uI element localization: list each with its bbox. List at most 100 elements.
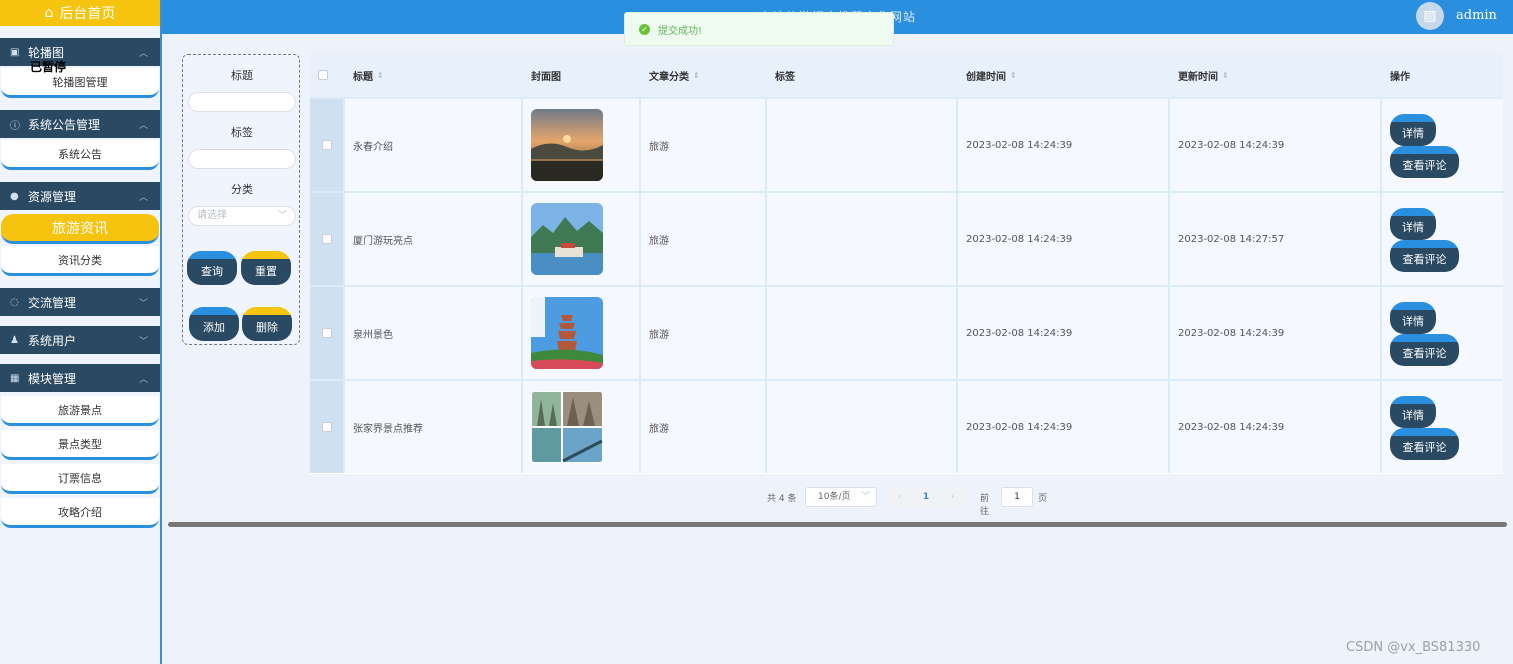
row-created: 2023-02-08 14:24:39 (958, 99, 1170, 191)
sidebar-item-news-category[interactable]: 资讯分类 (1, 246, 159, 276)
row-title: 厦门游玩亮点 (345, 193, 523, 285)
sidebar-item-system-notice[interactable]: 系统公告 (1, 140, 159, 170)
detail-button[interactable]: 详情 (1390, 208, 1436, 240)
sidebar-group-label: 交流管理 (28, 295, 77, 310)
row-actions: 详情 查看评论 (1382, 381, 1503, 473)
row-category: 旅游 (641, 99, 767, 191)
avatar[interactable]: ▨ (1416, 2, 1444, 30)
chat-icon: ◌ (10, 296, 19, 308)
sidebar-home-link[interactable]: ⌂ 后台首页 (0, 0, 160, 26)
watermark: CSDN @vx_BS81330 (1346, 640, 1481, 655)
sidebar-group-modules[interactable]: ▦ 模块管理 ︿ (0, 364, 160, 392)
table-row: 张家界景点推荐 旅游 2023-02-08 14:24:39 2023-02-0… (310, 379, 1503, 473)
row-actions: 详情 查看评论 (1382, 99, 1503, 191)
sidebar-home-label: 后台首页 (59, 6, 116, 22)
page-unit-label: 页 (1038, 494, 1048, 504)
sidebar-group-exchange[interactable]: ◌ 交流管理 ﹀ (0, 288, 160, 316)
view-comments-button[interactable]: 查看评论 (1390, 334, 1459, 366)
view-comments-button[interactable]: 查看评论 (1390, 428, 1459, 460)
row-created: 2023-02-08 14:24:39 (958, 381, 1170, 473)
column-title[interactable]: 标题 ⇕ (353, 53, 384, 97)
category-select[interactable]: 请选择 ﹀ (188, 206, 296, 226)
detail-button[interactable]: 详情 (1390, 114, 1436, 146)
cover-image (531, 297, 603, 369)
sort-icon[interactable]: ⇕ (1222, 71, 1229, 80)
sidebar-item-guides[interactable]: 攻略介绍 (1, 498, 159, 528)
row-checkbox[interactable] (310, 287, 345, 379)
detail-button[interactable]: 详情 (1390, 396, 1436, 428)
image-icon: ▣ (10, 46, 20, 58)
sidebar-item-travel-news[interactable]: 旅游资讯 (1, 214, 159, 244)
chevron-down-icon: ﹀ (138, 298, 148, 309)
row-checkbox[interactable] (310, 381, 345, 473)
delete-button[interactable]: 删除 (242, 307, 292, 341)
check-circle-icon: ✓ (639, 23, 650, 35)
row-updated: 2023-02-08 14:24:39 (1170, 287, 1382, 379)
cover-image (531, 391, 603, 463)
goto-page-input[interactable]: 1 (1001, 487, 1033, 507)
reset-button[interactable]: 重置 (241, 251, 291, 285)
chevron-up-icon: ︿ (138, 48, 148, 59)
search-panel: 标题 标签 分类 请选择 ﹀ 查询 重置 添加 删除 (182, 54, 300, 345)
row-cover (523, 381, 641, 473)
page-size-value: 10条/页 (818, 492, 851, 502)
page-size-select[interactable]: 10条/页 ﹀ (805, 487, 877, 507)
view-comments-button[interactable]: 查看评论 (1390, 240, 1459, 272)
column-category[interactable]: 文章分类 ⇕ (649, 53, 700, 97)
row-checkbox[interactable] (310, 193, 345, 285)
sort-icon[interactable]: ⇕ (377, 71, 384, 80)
column-created-label: 创建时间 (966, 71, 1006, 83)
next-page-button[interactable]: › (951, 492, 955, 502)
query-button[interactable]: 查询 (187, 251, 237, 285)
row-updated: 2023-02-08 14:24:39 (1170, 99, 1382, 191)
title-filter-input[interactable] (188, 92, 296, 112)
sidebar-item-tickets[interactable]: 订票信息 (1, 464, 159, 494)
table-row: 泉州景色 旅游 2023-02-08 14:24:39 2023-02-08 1… (310, 285, 1503, 379)
sort-icon[interactable]: ⇕ (693, 71, 700, 80)
cover-image (531, 109, 603, 181)
current-page[interactable]: 1 (923, 492, 929, 502)
goto-label: 前往 (980, 494, 990, 517)
chevron-down-icon: ﹀ (138, 336, 148, 347)
view-comments-button[interactable]: 查看评论 (1390, 146, 1459, 178)
category-filter-label: 分类 (231, 183, 253, 196)
detail-button[interactable]: 详情 (1390, 302, 1436, 334)
username[interactable]: admin (1456, 8, 1497, 23)
sort-icon[interactable]: ⇕ (1010, 71, 1017, 80)
user-icon: ♟ (10, 334, 19, 346)
toast-message: 提交成功! (658, 25, 703, 37)
grid-icon: ▦ (10, 372, 20, 384)
row-category: 旅游 (641, 193, 767, 285)
column-actions: 操作 (1390, 71, 1410, 83)
prev-page-button[interactable]: ‹ (898, 492, 902, 502)
location-icon: ● (10, 190, 19, 202)
tag-filter-input[interactable] (188, 149, 296, 169)
horizontal-scrollbar[interactable] (168, 522, 1507, 527)
row-title: 永春介绍 (345, 99, 523, 191)
sidebar-group-carousel[interactable]: ▣ 轮播图 ︿ (0, 38, 160, 66)
sidebar-group-label: 系统公告管理 (28, 117, 101, 132)
video-paused-overlay: 已暂停 (30, 60, 67, 74)
row-actions: 详情 查看评论 (1382, 287, 1503, 379)
title-filter-label: 标题 (231, 69, 253, 82)
sidebar-item-carousel-manage[interactable]: 轮播图管理 (1, 68, 159, 98)
column-updated[interactable]: 更新时间 ⇕ (1178, 53, 1229, 97)
column-created[interactable]: 创建时间 ⇕ (966, 53, 1017, 97)
add-button[interactable]: 添加 (189, 307, 239, 341)
select-all-checkbox[interactable] (318, 53, 328, 97)
column-title-label: 标题 (353, 71, 373, 83)
sidebar-item-scenic-spots[interactable]: 旅游景点 (1, 396, 159, 426)
sidebar-item-spot-types[interactable]: 景点类型 (1, 430, 159, 460)
row-category: 旅游 (641, 381, 767, 473)
chevron-down-icon: ﹀ (860, 492, 870, 502)
row-checkbox[interactable] (310, 99, 345, 191)
row-title: 泉州景色 (345, 287, 523, 379)
table-header: 标题 ⇕ 封面图 文章分类 ⇕ 标签 创建时间 ⇕ 更新时间 ⇕ 操作 (310, 53, 1503, 97)
sidebar-group-notice[interactable]: ⓘ 系统公告管理 ︿ (0, 110, 160, 138)
sidebar-group-users[interactable]: ♟ 系统用户 ﹀ (0, 326, 160, 354)
row-title: 张家界景点推荐 (345, 381, 523, 473)
pagination-total: 共 4 条 (767, 494, 797, 504)
image-icon: ▨ (1423, 8, 1437, 24)
sidebar-group-resources[interactable]: ● 资源管理 ︿ (0, 182, 160, 210)
row-category: 旅游 (641, 287, 767, 379)
